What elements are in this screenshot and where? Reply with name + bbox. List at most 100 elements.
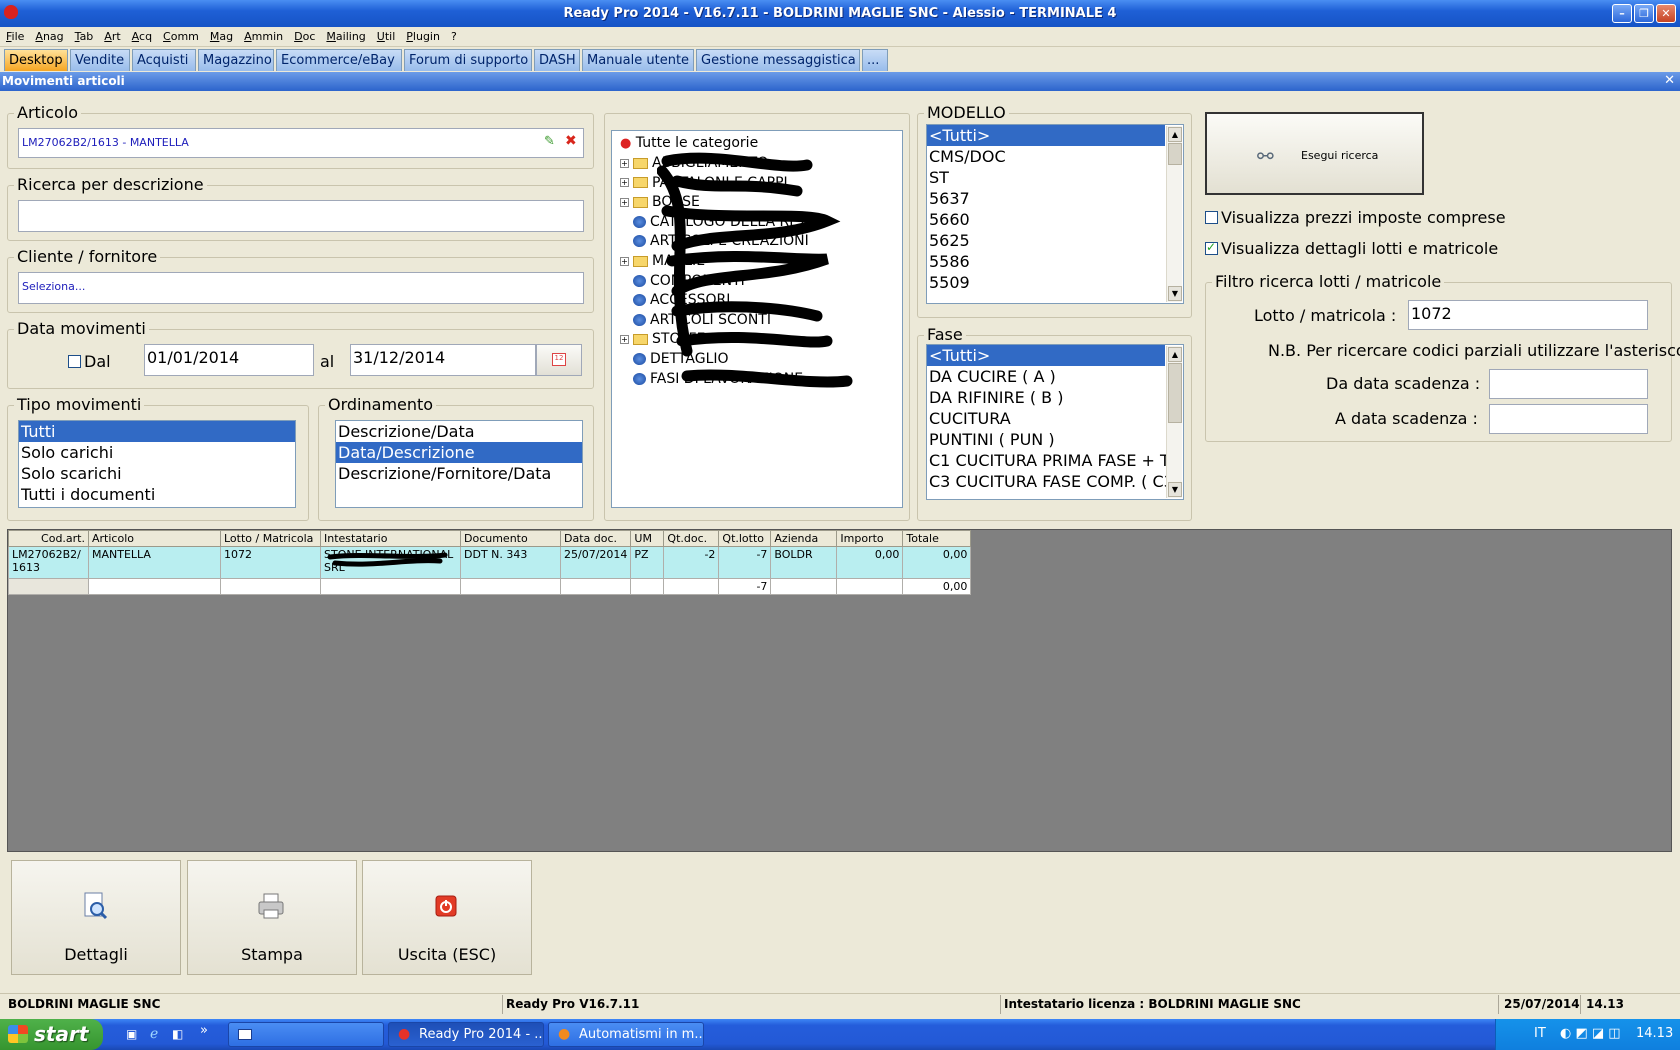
scroll-down-icon[interactable]: ▼ <box>1168 286 1182 301</box>
fase-item[interactable]: C3 CUCITURA FASE COMP. ( C3 <box>927 471 1174 492</box>
table-row[interactable]: LM27062B2/1613 MANTELLA 1072 STONE INTERNAT… <box>8 546 972 579</box>
tipo-listbox[interactable]: Tutti Solo carichi Solo scarichi Tutti i… <box>18 420 296 508</box>
fase-item[interactable]: CUCITURA <box>927 408 1165 429</box>
tab-vendite[interactable]: Vendite <box>70 49 130 71</box>
menu-comm[interactable]: Comm <box>157 27 204 43</box>
edit-pencil-icon[interactable]: ✎ <box>544 134 555 149</box>
tab-acquisti[interactable]: Acquisti <box>132 49 196 71</box>
dal-checkbox[interactable] <box>68 355 81 368</box>
column-header[interactable]: Cod.art. <box>8 530 89 547</box>
modello-item[interactable]: 5625 <box>927 230 1165 251</box>
ord-item-desc-data[interactable]: Descrizione/Data <box>336 421 582 442</box>
tipo-item-carichi[interactable]: Solo carichi <box>19 442 295 463</box>
tab-forum[interactable]: Forum di supporto <box>404 49 532 71</box>
quicklaunch-desktop-icon[interactable]: ▣ <box>126 1027 137 1041</box>
start-button[interactable]: start <box>0 1019 103 1050</box>
ord-item-desc-forn-data[interactable]: Descrizione/Fornitore/Data <box>336 463 582 484</box>
taskbar-item-readypro[interactable]: Ready Pro 2014 - ... <box>388 1022 544 1047</box>
expand-plus-icon[interactable]: + <box>620 256 629 266</box>
menu-tab[interactable]: Tab <box>69 27 99 43</box>
scroll-thumb[interactable] <box>1168 363 1182 423</box>
modello-item[interactable]: 5509 <box>927 272 1165 293</box>
modello-item[interactable]: CMS/DOC <box>927 146 1165 167</box>
quicklaunch-ie-icon[interactable]: ℯ <box>150 1026 158 1042</box>
scroll-thumb[interactable] <box>1168 143 1182 165</box>
prezzi-checkbox[interactable] <box>1205 211 1218 224</box>
ordinamento-listbox[interactable]: Descrizione/Data Data/Descrizione Descri… <box>335 420 583 508</box>
modello-scrollbar[interactable]: ▲ ▼ <box>1166 126 1182 302</box>
fase-item[interactable]: <Tutti> <box>927 345 1165 366</box>
category-tree[interactable]: ● Tutte le categorie + ABBIGLIAMENTO + PANT… <box>611 130 903 508</box>
lotti-checkbox[interactable] <box>1205 240 1218 255</box>
stampa-button[interactable]: Stampa <box>187 860 357 975</box>
tab-manuale[interactable]: Manuale utente <box>582 49 694 71</box>
fase-item[interactable]: C1 CUCITURA PRIMA FASE + T <box>927 450 1170 471</box>
column-header[interactable]: Azienda <box>770 530 838 547</box>
tab-ecommerce[interactable]: Ecommerce/eBay <box>276 49 402 71</box>
menu-plugin[interactable]: Plugin <box>400 27 445 43</box>
column-header[interactable]: Qt.lotto <box>718 530 772 547</box>
close-button[interactable]: ✕ <box>1656 4 1676 23</box>
minimize-button[interactable]: – <box>1612 4 1632 23</box>
subwindow-close-button[interactable]: ✕ <box>1664 73 1675 88</box>
tab-desktop[interactable]: Desktop <box>4 49 68 71</box>
fase-listbox[interactable]: <Tutti> DA CUCIRE ( A ) DA RIFINIRE ( B ) C… <box>926 344 1184 500</box>
ricerca-input[interactable] <box>18 200 584 232</box>
tipo-item-scarichi[interactable]: Solo scarichi <box>19 463 295 484</box>
modello-item[interactable]: 5660 <box>927 209 1165 230</box>
menu-file[interactable]: File <box>0 27 29 43</box>
column-header[interactable]: Importo <box>836 530 904 547</box>
tab-magazzino[interactable]: Magazzino <box>198 49 274 71</box>
column-header[interactable]: Totale <box>902 530 972 547</box>
tray-icons[interactable]: ◐ ◩ ◪ ◫ <box>1560 1026 1621 1041</box>
menu-doc[interactable]: Doc <box>288 27 320 43</box>
menu-acq[interactable]: Acq <box>126 27 157 43</box>
al-date-input[interactable]: 31/12/2014 <box>350 344 536 376</box>
fase-item[interactable]: DA RIFINIRE ( B ) <box>927 387 1165 408</box>
modello-item[interactable]: ST <box>927 167 1165 188</box>
movements-grid[interactable]: Cod.art. Articolo Lotto / Matricola Intesta… <box>7 529 1672 852</box>
expand-plus-icon[interactable]: + <box>620 158 629 168</box>
menu-util[interactable]: Util <box>371 27 401 43</box>
menu-help[interactable]: ? <box>445 27 462 43</box>
menu-mag[interactable]: Mag <box>204 27 238 43</box>
uscita-button[interactable]: Uscita (ESC) <box>362 860 532 975</box>
menu-ammin[interactable]: Ammin <box>238 27 288 43</box>
articolo-field[interactable]: LM27062B2/1613 - MANTELLA <box>18 128 584 158</box>
modello-listbox[interactable]: <Tutti> CMS/DOC ST 5637 5660 5625 5586 5509 ▲ ▼ <box>926 124 1184 304</box>
scroll-up-icon[interactable]: ▲ <box>1168 347 1182 362</box>
menu-art[interactable]: Art <box>98 27 125 43</box>
column-header[interactable]: Data doc. <box>559 530 632 547</box>
esegui-ricerca-button[interactable]: ⚯ Esegui ricerca <box>1205 112 1424 195</box>
column-header[interactable]: Articolo <box>88 530 221 547</box>
column-header[interactable]: UM <box>630 530 665 547</box>
quicklaunch-more-icon[interactable]: » <box>200 1023 208 1038</box>
tipo-item-tutti[interactable]: Tutti <box>19 421 295 442</box>
column-header[interactable]: Qt.doc. <box>663 530 720 547</box>
da-scadenza-input[interactable] <box>1489 369 1648 399</box>
modello-item[interactable]: 5637 <box>927 188 1165 209</box>
expand-plus-icon[interactable]: + <box>620 178 629 188</box>
calendar-button[interactable]: 12 <box>536 344 582 376</box>
modello-item[interactable]: 5586 <box>927 251 1165 272</box>
language-indicator[interactable]: IT <box>1534 1026 1546 1041</box>
a-scadenza-input[interactable] <box>1489 404 1648 434</box>
cliente-field[interactable]: Seleziona... <box>18 272 584 304</box>
taskbar-item-firefox[interactable]: Automatismi in m... <box>548 1022 704 1047</box>
fase-item[interactable]: PUNTINI ( PUN ) <box>927 429 1165 450</box>
restore-button[interactable]: ❐ <box>1634 4 1654 23</box>
column-header[interactable]: Intestatario <box>320 530 461 547</box>
column-header[interactable]: Lotto / Matricola <box>220 530 321 547</box>
scroll-up-icon[interactable]: ▲ <box>1168 127 1182 142</box>
tipo-item-documenti[interactable]: Tutti i documenti <box>19 484 295 505</box>
modello-item[interactable]: <Tutti> <box>927 125 1165 146</box>
fase-item[interactable]: DA CUCIRE ( A ) <box>927 366 1165 387</box>
fase-scrollbar[interactable]: ▲ ▼ <box>1166 346 1182 498</box>
column-header[interactable]: Documento <box>460 530 561 547</box>
clear-x-icon[interactable]: ✖ <box>565 133 577 149</box>
tab-dash[interactable]: DASH <box>534 49 580 71</box>
expand-plus-icon[interactable]: + <box>620 197 629 207</box>
lotto-input[interactable]: 1072 <box>1408 300 1648 330</box>
tab-more[interactable]: ... <box>862 49 888 71</box>
menu-anag[interactable]: Anag <box>29 27 68 43</box>
